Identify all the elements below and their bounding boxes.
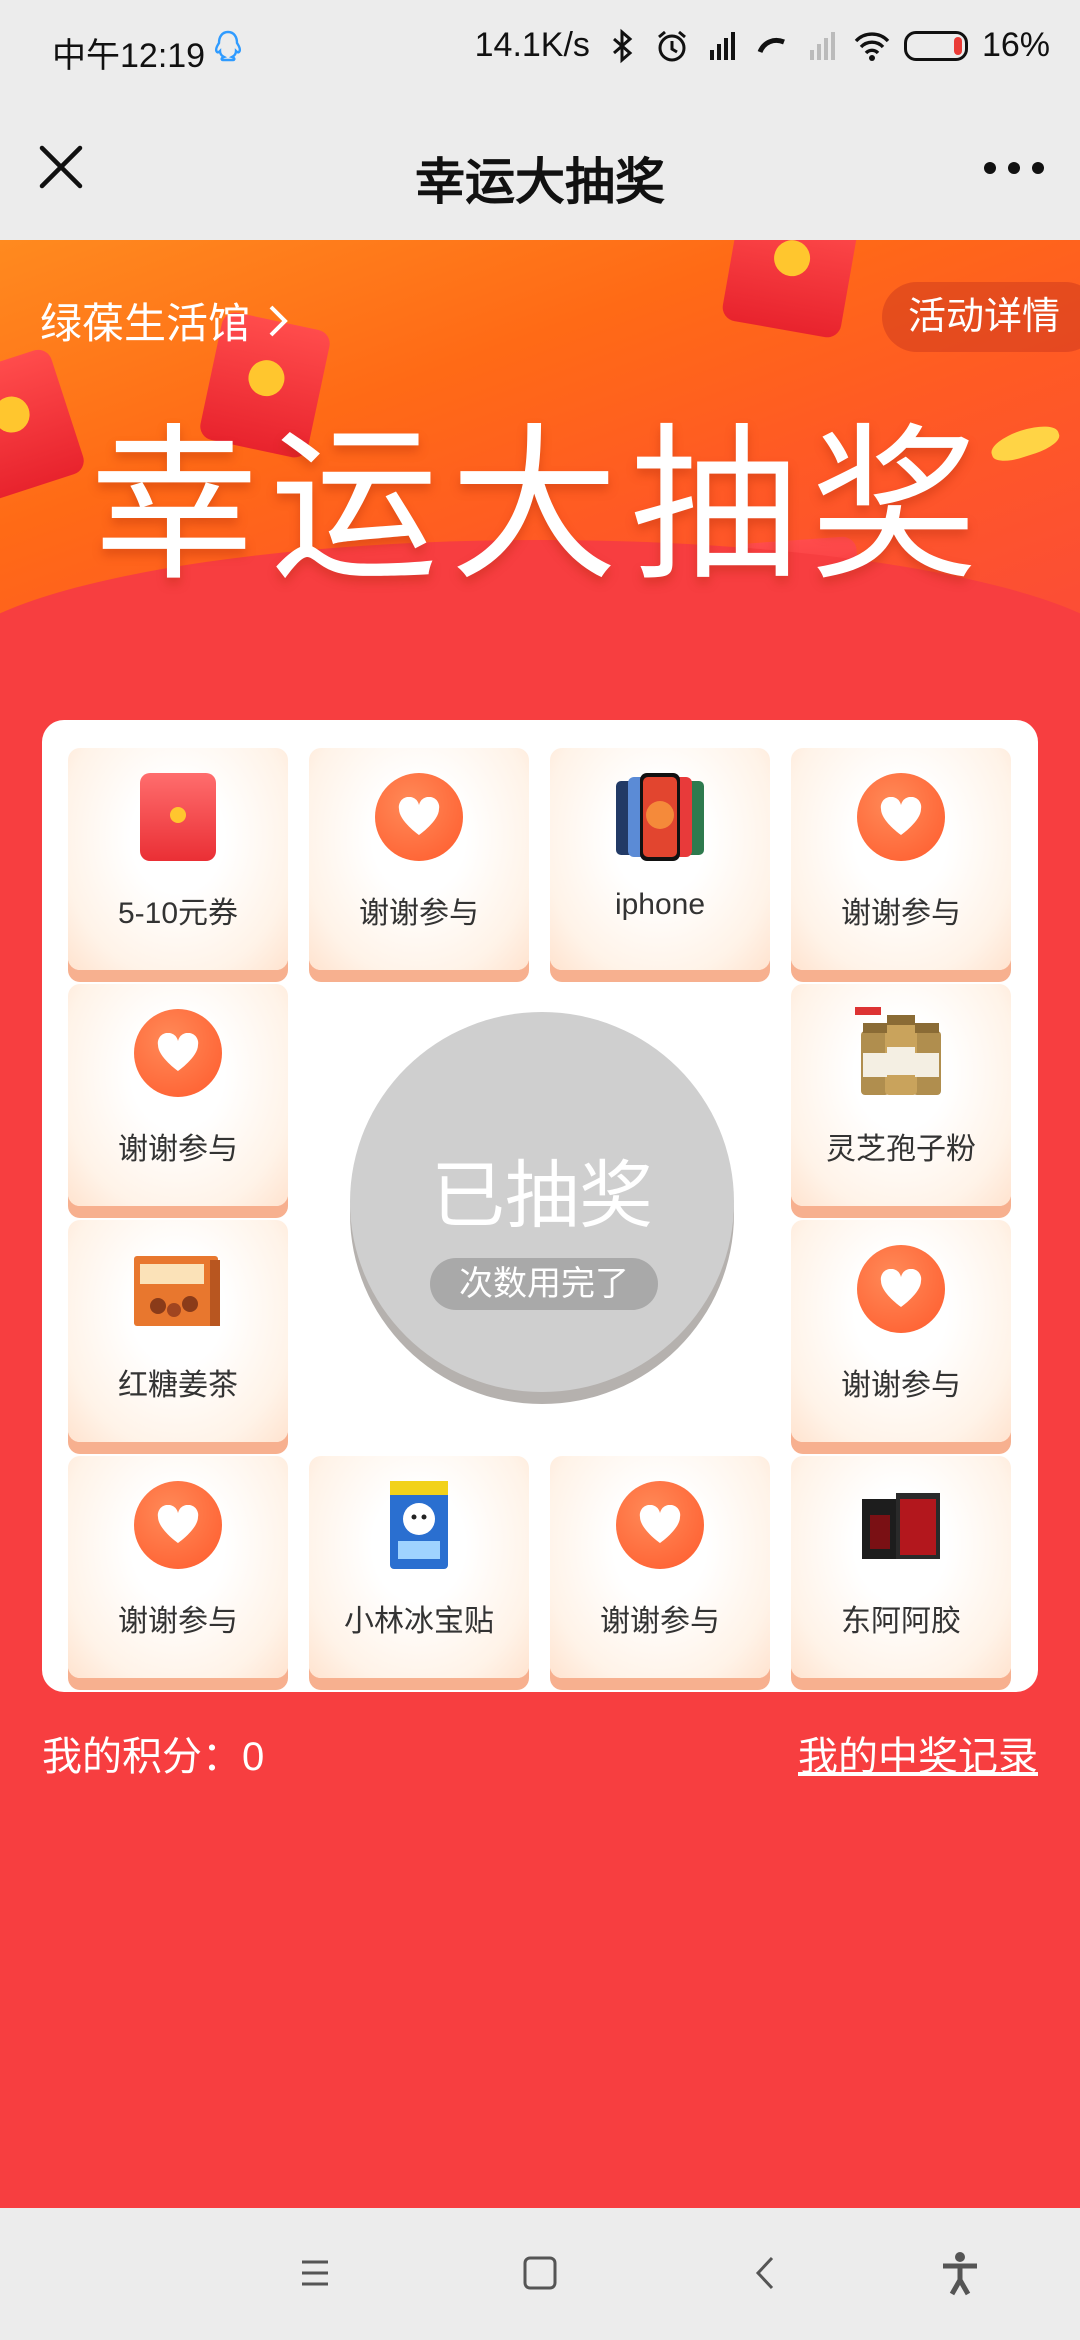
gift-box-icon	[862, 1493, 940, 1559]
iphone-icon	[616, 773, 704, 861]
heart-icon	[857, 773, 945, 861]
nav-bar: 幸运大抽奖	[0, 96, 1080, 240]
prize-cell: 谢谢参与	[791, 748, 1011, 970]
red-envelope-decoration	[720, 240, 860, 340]
prize-label: 谢谢参与	[118, 1133, 238, 1166]
more-icon[interactable]	[984, 148, 1044, 188]
chevron-right-icon	[269, 305, 288, 336]
prize-label: 5-10元券	[117, 897, 239, 930]
no-signal-icon	[809, 31, 835, 60]
heart-icon	[134, 1009, 222, 1097]
prize-label: 谢谢参与	[359, 897, 479, 930]
red-packet-icon	[140, 773, 216, 861]
heart-icon	[375, 773, 463, 861]
menu-icon[interactable]	[290, 2248, 340, 2298]
my-points: 我的积分：0	[42, 1735, 265, 1779]
net-speed: 14.1K/s	[474, 26, 590, 64]
prize-cell: 灵芝孢子粉	[791, 984, 1011, 1206]
activity-detail-button[interactable]: 活动详情	[881, 282, 1080, 352]
prize-label: 灵芝孢子粉	[826, 1133, 976, 1166]
banner: 绿葆生活馆 活动详情 幸运大抽奖	[0, 240, 1080, 680]
cooling-patch-icon	[390, 1481, 448, 1569]
draw-remaining-badge: 次数用完了	[430, 1258, 658, 1310]
hd-signal-icon	[709, 31, 735, 60]
bluetooth-icon	[612, 28, 633, 63]
prize-cell: 谢谢参与	[68, 1456, 288, 1678]
prize-cell: 谢谢参与	[68, 984, 288, 1206]
prize-label: 谢谢参与	[841, 897, 961, 930]
lottery-board: 5-10元券 谢谢参与 iphone 谢谢参与 谢谢参与 灵芝孢子粉 红糖姜茶 …	[42, 720, 1038, 1692]
prize-label: 谢谢参与	[600, 1605, 720, 1638]
battery-text: 16%	[981, 26, 1050, 64]
prize-label: 谢谢参与	[841, 1369, 961, 1402]
banner-title: 幸运大抽奖	[90, 412, 990, 600]
prize-label: 谢谢参与	[118, 1605, 238, 1638]
page-title: 幸运大抽奖	[415, 154, 665, 210]
status-bar: 中午12:19 14.1K/s 16%	[0, 0, 1080, 96]
prize-label: iphone	[614, 888, 706, 921]
tea-box-icon	[134, 1256, 220, 1326]
battery-level	[953, 36, 962, 55]
prize-cell: 谢谢参与	[309, 748, 529, 970]
my-prize-records-link[interactable]: 我的中奖记录	[798, 1724, 1038, 1782]
heart-icon	[134, 1481, 222, 1569]
supplement-bottles-icon	[855, 1007, 941, 1095]
prize-cell: 谢谢参与	[550, 1456, 770, 1678]
prize-cell: 小林冰宝贴	[309, 1456, 529, 1678]
status-time: 中午12:19	[52, 37, 206, 75]
prize-label: 小林冰宝贴	[344, 1605, 494, 1638]
store-name: 绿葆生活馆	[40, 300, 251, 347]
accessibility-icon[interactable]	[935, 2248, 985, 2298]
heart-icon	[857, 1245, 945, 1333]
prize-label: 东阿阿胶	[841, 1605, 961, 1638]
prize-cell: 谢谢参与	[791, 1220, 1011, 1442]
system-nav-bar	[0, 2208, 1080, 2340]
draw-button-title: 已抽奖	[431, 1154, 653, 1237]
draw-button[interactable]: 已抽奖 次数用完了	[350, 1012, 734, 1404]
prize-cell: 5-10元券	[68, 748, 288, 970]
prize-cell: 红糖姜茶	[68, 1220, 288, 1442]
prize-cell: 东阿阿胶	[791, 1456, 1011, 1678]
prize-cell: iphone	[550, 748, 770, 970]
call-icon	[757, 37, 785, 53]
heart-icon	[616, 1481, 704, 1569]
alarm-icon	[657, 30, 686, 61]
battery-icon	[903, 30, 968, 61]
wifi-icon	[854, 31, 890, 61]
home-icon[interactable]	[515, 2248, 565, 2298]
store-link[interactable]: 绿葆生活馆	[40, 290, 290, 351]
prize-label: 红糖姜茶	[118, 1369, 238, 1402]
qq-icon	[214, 30, 242, 62]
back-icon[interactable]	[742, 2248, 792, 2298]
